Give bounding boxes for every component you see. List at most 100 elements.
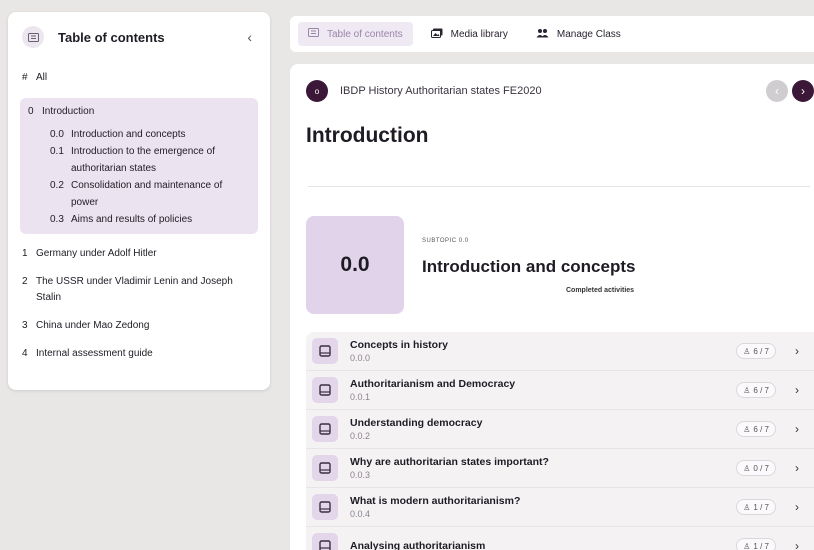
divider bbox=[308, 186, 810, 187]
toc-subitem[interactable]: 0.1 Introduction to the emergence of aut… bbox=[20, 143, 258, 177]
progress-badge: ♙ 1 / 7 bbox=[736, 499, 776, 515]
top-tab-bar: Table of contents Media library Manage C… bbox=[290, 16, 814, 52]
toc-subitem-number: 0.0 bbox=[50, 129, 64, 140]
activity-title: What is modern authoritarianism? bbox=[350, 494, 521, 507]
tab-media-library[interactable]: Media library bbox=[421, 22, 518, 46]
book-icon bbox=[312, 533, 338, 550]
toc-item-number: 4 bbox=[22, 348, 28, 359]
person-icon: ♙ bbox=[743, 463, 751, 473]
progress-text: 6 / 7 bbox=[753, 385, 769, 395]
pager: ‹ › bbox=[762, 80, 814, 102]
toc-item-chapter[interactable]: 3 China under Mao Zedong bbox=[8, 318, 270, 334]
chevron-left-icon[interactable]: ‹ bbox=[247, 29, 252, 45]
toc-subitem-label: Aims and results of policies bbox=[71, 214, 193, 225]
toc-item-chapter[interactable]: 1 Germany under Adolf Hitler bbox=[8, 246, 270, 262]
book-icon bbox=[312, 416, 338, 442]
tab-manage-class[interactable]: Manage Class bbox=[526, 22, 631, 46]
activity-number: 0.0.4 bbox=[350, 508, 371, 519]
toc-item-number: 3 bbox=[22, 320, 28, 331]
book-icon bbox=[312, 377, 338, 403]
person-icon: ♙ bbox=[743, 385, 751, 395]
toc-item-label: China under Mao Zedong bbox=[36, 320, 150, 331]
toc-subitem-number: 0.1 bbox=[50, 146, 64, 157]
toc-item-number: # bbox=[22, 72, 28, 83]
tab-label: Media library bbox=[450, 28, 508, 40]
chevron-right-icon[interactable]: › bbox=[792, 80, 814, 102]
activity-row[interactable]: Concepts in history 0.0.0 ♙ 6 / 7 › bbox=[306, 332, 814, 371]
subtopic-number: 0.0 bbox=[340, 253, 370, 276]
toc-subitem-number: 0.3 bbox=[50, 214, 64, 225]
toc-item-number: 0 bbox=[28, 106, 34, 117]
chevron-right-icon[interactable]: › bbox=[792, 500, 802, 514]
toc-item-label: Introduction bbox=[42, 106, 95, 117]
chevron-left-icon[interactable]: ‹ bbox=[766, 80, 788, 102]
activity-row[interactable]: Why are authoritarian states important? … bbox=[306, 449, 814, 488]
toc-item-number: 1 bbox=[22, 248, 28, 259]
progress-text: 6 / 7 bbox=[753, 424, 769, 434]
book-icon bbox=[312, 494, 338, 520]
book-icon bbox=[312, 455, 338, 481]
toc-subitem[interactable]: 0.0 Introduction and concepts bbox=[20, 126, 258, 143]
users-icon bbox=[536, 28, 549, 41]
completed-activities-label: Completed activities bbox=[566, 287, 635, 294]
activity-row[interactable]: Analysing authoritarianism ♙ 1 / 7 › bbox=[306, 527, 814, 550]
course-avatar: o bbox=[306, 80, 328, 102]
chevron-right-icon[interactable]: › bbox=[792, 344, 802, 358]
toc-item-all[interactable]: # All bbox=[8, 71, 270, 85]
activity-number: 0.0.0 bbox=[350, 352, 371, 363]
activity-title: Why are authoritarian states important? bbox=[350, 455, 549, 468]
progress-text: 6 / 7 bbox=[753, 346, 769, 356]
activity-number: 0.0.2 bbox=[350, 430, 371, 441]
chevron-right-icon[interactable]: › bbox=[792, 383, 802, 397]
chevron-right-icon[interactable]: › bbox=[792, 422, 802, 436]
subtopic-label: SUBTOPIC 0.0 bbox=[422, 238, 469, 244]
progress-badge: ♙ 6 / 7 bbox=[736, 421, 776, 437]
toc-subitem-label: Consolidation and maintenance of power bbox=[71, 180, 223, 208]
progress-text: 0 / 7 bbox=[753, 463, 769, 473]
progress-badge: ♙ 1 / 7 bbox=[736, 538, 776, 550]
toc-icon bbox=[22, 26, 44, 48]
tab-label: Manage Class bbox=[556, 28, 621, 40]
book-icon bbox=[312, 338, 338, 364]
toc-item-label: All bbox=[36, 72, 48, 83]
toc-item-chapter[interactable]: 2 The USSR under Vladimir Lenin and Jose… bbox=[8, 274, 270, 306]
person-icon: ♙ bbox=[743, 424, 751, 434]
sidebar-title: Table of contents bbox=[58, 29, 165, 45]
toc-item-label: Germany under Adolf Hitler bbox=[36, 248, 157, 259]
progress-badge: ♙ 6 / 7 bbox=[736, 382, 776, 398]
tab-label: Table of contents bbox=[327, 28, 403, 40]
toc-subitem[interactable]: 0.2 Consolidation and maintenance of pow… bbox=[20, 177, 258, 211]
page-title: Introduction bbox=[306, 124, 429, 147]
toc-subitem-number: 0.2 bbox=[50, 180, 64, 191]
chevron-right-icon[interactable]: › bbox=[792, 461, 802, 475]
activity-title: Authoritarianism and Democracy bbox=[350, 377, 516, 390]
activity-list: Concepts in history 0.0.0 ♙ 6 / 7 › Autho… bbox=[306, 332, 814, 550]
progress-badge: ♙ 6 / 7 bbox=[736, 343, 776, 359]
activity-number: 0.0.3 bbox=[350, 469, 371, 480]
activity-title: Analysing authoritarianism bbox=[350, 539, 486, 550]
toc-item-chapter[interactable]: 4 Internal assessment guide bbox=[8, 346, 270, 362]
chevron-right-icon[interactable]: › bbox=[792, 539, 802, 550]
person-icon: ♙ bbox=[743, 502, 751, 512]
progress-text: 1 / 7 bbox=[753, 502, 769, 512]
media-icon bbox=[430, 28, 443, 41]
activity-title: Concepts in history bbox=[350, 338, 449, 351]
person-icon: ♙ bbox=[743, 541, 751, 550]
activity-row[interactable]: Understanding democracy 0.0.2 ♙ 6 / 7 › bbox=[306, 410, 814, 449]
toc-subitem-label: Introduction and concepts bbox=[71, 129, 186, 140]
person-icon: ♙ bbox=[743, 346, 751, 356]
toc-subitem[interactable]: 0.3 Aims and results of policies bbox=[20, 211, 258, 228]
activity-row[interactable]: Authoritarianism and Democracy 0.0.1 ♙ 6 … bbox=[306, 371, 814, 410]
subtopic-number-card: 0.0 bbox=[306, 216, 404, 314]
course-name: IBDP History Authoritarian states FE2020 bbox=[340, 85, 542, 97]
list-icon bbox=[308, 28, 319, 40]
toc-item-label: The USSR under Vladimir Lenin and Joseph… bbox=[36, 276, 233, 303]
activity-row[interactable]: What is modern authoritarianism? 0.0.4 ♙… bbox=[306, 488, 814, 527]
toc-item-introduction[interactable]: 0 Introduction bbox=[20, 105, 258, 119]
activity-title: Understanding democracy bbox=[350, 416, 483, 429]
progress-badge: ♙ 0 / 7 bbox=[736, 460, 776, 476]
main-content: o IBDP History Authoritarian states FE20… bbox=[290, 64, 814, 550]
toc-section-introduction[interactable]: 0 Introduction 0.0 Introduction and conc… bbox=[20, 98, 258, 234]
tab-table-of-contents[interactable]: Table of contents bbox=[298, 22, 413, 46]
toc-subitem-label: Introduction to the emergence of authori… bbox=[71, 146, 215, 174]
